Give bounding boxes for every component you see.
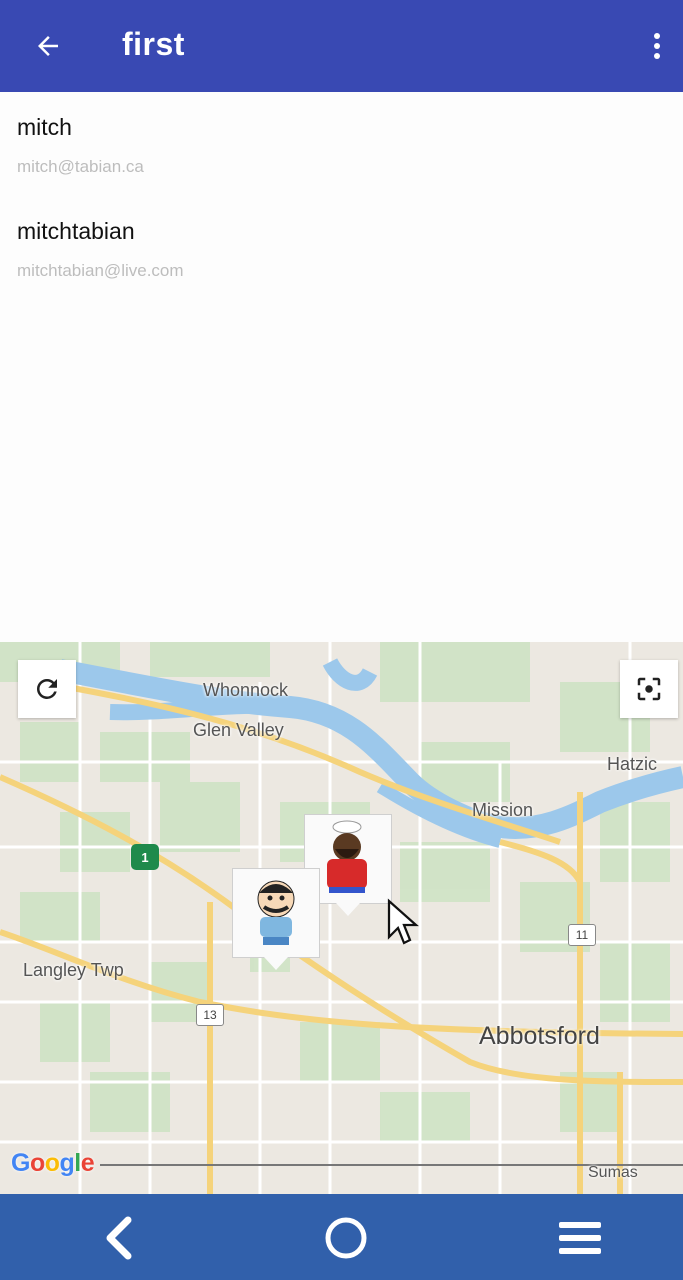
nav-menu-button[interactable] [550, 1212, 610, 1264]
map-label-langley: Langley Twp [23, 960, 124, 980]
overflow-menu-button[interactable] [641, 20, 673, 72]
user-marker-ike[interactable] [232, 868, 320, 970]
list-item[interactable]: mitch mitch@tabian.ca [17, 114, 144, 177]
mouse-cursor-icon [387, 898, 419, 945]
nav-home-button[interactable] [316, 1212, 376, 1264]
map-label-abbotsford: Abbotsford [479, 1022, 600, 1050]
nav-back-button[interactable] [88, 1212, 148, 1264]
recenter-map-button[interactable] [620, 660, 678, 718]
map-view[interactable]: Whonnock Glen Valley Hatzic Mission Lang… [0, 642, 683, 1194]
home-icon [325, 1217, 367, 1259]
user-name: mitch [17, 114, 72, 140]
back-button[interactable] [22, 20, 74, 72]
map-label-sumas: Sumas [588, 1164, 638, 1181]
center-focus-icon [637, 677, 661, 701]
highway-13-shield: 13 [196, 1004, 224, 1026]
menu-icon [559, 1222, 601, 1254]
user-email: mitchtabian@live.com [17, 261, 184, 280]
system-nav-bar [0, 1194, 683, 1280]
refresh-map-button[interactable] [18, 660, 76, 718]
highway-1-shield: 1 [131, 844, 159, 870]
back-icon [106, 1216, 132, 1260]
arrow-left-icon [38, 36, 58, 56]
more-vert-icon [654, 33, 660, 59]
list-item[interactable]: mitchtabian mitchtabian@live.com [17, 218, 184, 281]
page-title: first [122, 26, 185, 62]
user-list: mitch mitch@tabian.ca mitchtabian mitcht… [0, 92, 683, 642]
user-email: mitch@tabian.ca [17, 157, 144, 176]
ike-avatar-icon [257, 880, 295, 945]
user-name: mitchtabian [17, 218, 135, 244]
map-label-mission: Mission [472, 800, 534, 820]
map-label-glen-valley: Glen Valley [193, 720, 284, 740]
app-bar: first [0, 0, 683, 92]
map-label-hatzic: Hatzic [607, 754, 658, 774]
highway-11-shield: 11 [568, 924, 596, 946]
google-logo: Google [11, 1149, 95, 1177]
refresh-icon [37, 679, 57, 699]
map-tiles [0, 642, 683, 1194]
map-label-whonnock: Whonnock [203, 680, 289, 700]
